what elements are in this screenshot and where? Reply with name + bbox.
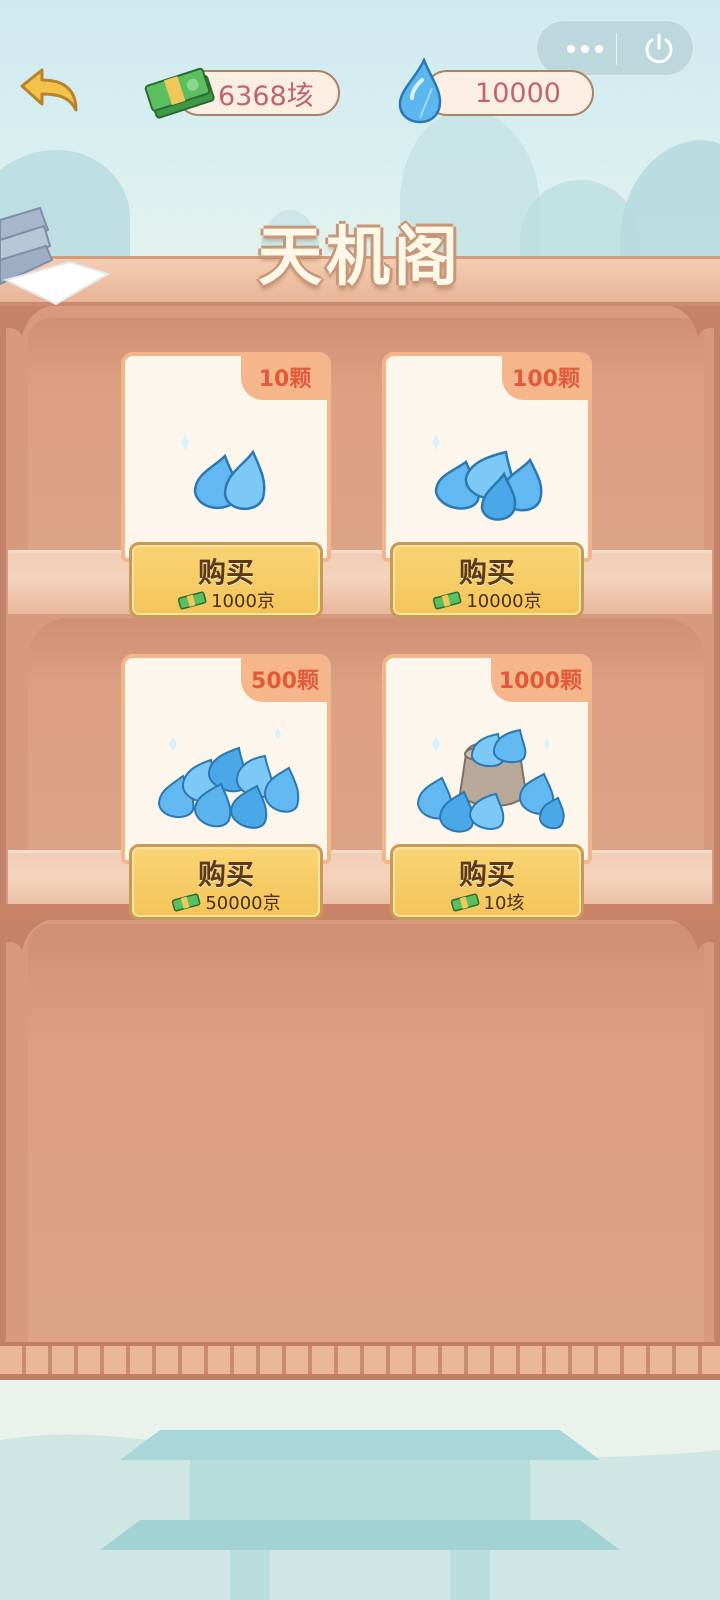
water-balance: 10000	[424, 70, 594, 116]
pavilion-silhouette	[0, 1380, 720, 1600]
bracket-ornament	[2, 920, 48, 950]
quantity-badge: 100颗	[502, 354, 590, 400]
shelf-compartment	[28, 924, 704, 1342]
more-dots-icon[interactable]	[555, 31, 615, 67]
quantity-badge: 500颗	[241, 656, 329, 702]
quantity-badge: 10颗	[241, 354, 329, 400]
price: 10垓	[393, 889, 581, 915]
buy-button[interactable]: 购买 50000京	[129, 844, 323, 920]
water-drop-icon	[398, 58, 442, 124]
cash-stack-icon	[177, 591, 207, 610]
product-card: 500颗 购买 50000京	[121, 654, 331, 920]
back-arrow-icon[interactable]	[16, 66, 82, 116]
product-panel: 1000颗	[382, 654, 592, 864]
cabinet-bottom-rail	[0, 1342, 720, 1380]
buy-label: 购买	[197, 858, 254, 891]
cash-stack-icon	[450, 893, 479, 912]
price: 10000京	[393, 587, 581, 613]
cash-stack-icon	[144, 67, 215, 119]
page-title: 天机阁	[258, 221, 462, 295]
water-gem-cluster-icon	[432, 434, 543, 521]
price: 1000京	[132, 587, 320, 613]
price: 50000京	[132, 889, 320, 915]
product-panel: 100颗	[382, 352, 592, 562]
cash-stack-icon	[433, 591, 462, 610]
capsule-divider	[616, 33, 617, 65]
buy-label: 购买	[458, 556, 515, 589]
product-panel: 500颗	[121, 654, 331, 864]
price-text: 10垓	[483, 893, 525, 914]
water-gem-sack-icon	[416, 728, 565, 833]
shelf-board	[8, 550, 712, 614]
buy-button[interactable]: 购买 10000京	[390, 542, 584, 618]
shelf-front	[0, 904, 720, 920]
bracket-ornament	[2, 306, 48, 336]
buy-label: 购买	[458, 858, 515, 891]
bracket-ornament	[672, 306, 718, 336]
price-text: 50000京	[205, 893, 281, 914]
water-amount: 10000	[475, 77, 561, 109]
power-icon[interactable]	[641, 31, 677, 67]
buy-button[interactable]: 购买 1000京	[129, 542, 323, 618]
mini-program-capsule	[536, 20, 694, 76]
water-gem-pile-icon	[157, 728, 300, 829]
coin-amount: 6368垓	[218, 80, 314, 112]
buy-label: 购买	[197, 556, 254, 589]
quantity-badge: 1000颗	[490, 656, 590, 702]
product-card: 10颗 购买 1000京	[121, 352, 331, 618]
water-gem-small-icon	[181, 434, 266, 511]
cash-stack-icon	[172, 893, 201, 912]
bracket-ornament	[672, 920, 718, 950]
price-text: 10000京	[466, 591, 542, 612]
product-panel: 10颗	[121, 352, 331, 562]
shelf-cabinet	[0, 306, 720, 1380]
price-text: 1000京	[211, 591, 275, 612]
product-card: 100颗 购买 10000京	[382, 352, 592, 618]
product-card: 1000颗 购买 10垓	[382, 654, 592, 920]
buy-button[interactable]: 购买 10垓	[390, 844, 584, 920]
